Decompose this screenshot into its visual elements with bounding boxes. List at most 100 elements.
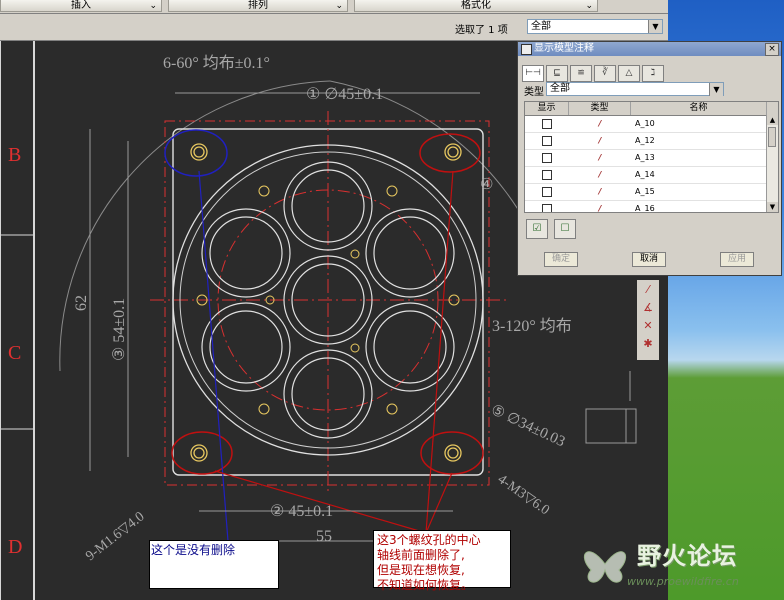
- row-name: A_12: [635, 136, 655, 145]
- scroll-thumb[interactable]: [768, 127, 776, 147]
- forum-watermark: 野火论坛 www.proewildfire.cn: [575, 532, 780, 598]
- column-header-type[interactable]: 类型: [569, 102, 631, 115]
- butterfly-logo-icon: [583, 551, 627, 583]
- dim-45-bottom: ② 45±0.1: [270, 503, 333, 520]
- note-line: 轴线前面删除了,: [377, 548, 465, 562]
- dim-thread-m3: 4-M3▽6.0: [495, 472, 552, 518]
- dim-dia-34: ⑤ ∅34±0.03: [488, 402, 567, 450]
- scroll-down-icon[interactable]: ▼: [767, 202, 778, 212]
- deselect-all-icon: ☐: [560, 223, 570, 234]
- dim-dia-45: ① ∅45±0.1: [306, 86, 383, 103]
- cancel-button[interactable]: 取消: [632, 252, 666, 267]
- axis-type-icon: /: [598, 204, 602, 213]
- type-value: 全部: [550, 83, 570, 94]
- selection-filter-value: 全部: [531, 21, 551, 32]
- ok-button[interactable]: 确定: [544, 252, 578, 267]
- chevron-down-icon: ▼: [648, 20, 662, 33]
- column-header-show[interactable]: 显示: [525, 102, 569, 115]
- scroll-up-icon[interactable]: ▲: [767, 115, 778, 125]
- column-header-name[interactable]: 名称: [631, 102, 767, 115]
- note-not-deleted: 这个是没有删除: [149, 540, 279, 589]
- row-name: A_13: [635, 153, 655, 162]
- corner-threaded-holes: [190, 143, 462, 462]
- menu-insert[interactable]: 插入 ⌄: [0, 0, 162, 12]
- dialog-app-icon: [521, 44, 532, 55]
- selection-status: 选取了 1 项: [455, 25, 508, 36]
- table-scrollbar[interactable]: ▲ ▼: [766, 115, 778, 212]
- watermark-url: www.proewildfire.cn: [627, 575, 739, 588]
- show-checkbox[interactable]: [542, 118, 552, 129]
- menu-arrange[interactable]: 排列 ⌄: [168, 0, 348, 12]
- annotation-type-tabs: ⊢⊣ ⊑ ≌ ∛ △ ℷ: [522, 60, 666, 82]
- annotation-tool-icon[interactable]: ✱: [639, 336, 657, 352]
- show-checkbox[interactable]: [542, 186, 552, 197]
- annotation-toolbar: ⁄ ∡ ✕ ✱: [637, 280, 659, 360]
- close-button[interactable]: ×: [765, 43, 779, 56]
- table-row[interactable]: / A_12: [525, 133, 778, 150]
- show-checkbox[interactable]: [542, 135, 552, 146]
- row-name: A_15: [635, 187, 655, 196]
- watermark-title: 野火论坛: [637, 542, 737, 570]
- show-checkbox[interactable]: [542, 169, 552, 180]
- deselect-all-button[interactable]: ☐: [554, 219, 576, 239]
- dim-62: 62: [73, 295, 90, 311]
- chevron-down-icon: ⌄: [335, 1, 343, 11]
- show-annotations-dialog: 显示模型注释 × ⊢⊣ ⊑ ≌ ∛ △ ℷ 类型 全部 ▼ 显示 类型 名称 / A_10 …: [517, 41, 782, 276]
- annotation-tool-icon[interactable]: ⁄: [639, 282, 657, 298]
- note-deleted-axes: 这3个螺纹孔的中心 轴线前面删除了, 但是现在想恢复, 不知道如何恢复。: [373, 530, 511, 592]
- tab-datums[interactable]: ℷ: [642, 65, 664, 82]
- axis-type-icon: /: [598, 153, 602, 162]
- row-name: A_14: [635, 170, 655, 179]
- tab-notes[interactable]: ≌: [570, 65, 592, 82]
- show-checkbox[interactable]: [542, 152, 552, 163]
- dialog-title: 显示模型注释: [534, 43, 594, 54]
- select-all-icon: ☑: [532, 223, 542, 234]
- axis-type-icon: /: [598, 187, 602, 196]
- apply-button[interactable]: 应用: [720, 252, 754, 267]
- selection-filter-dropdown[interactable]: 全部 ▼: [527, 19, 663, 34]
- table-row[interactable]: / A_13: [525, 150, 778, 167]
- menu-insert-label: 插入: [71, 0, 91, 11]
- balloon-4: ④: [480, 177, 493, 193]
- menu-format-label: 格式化: [461, 0, 491, 11]
- highlight-ellipse-blue: [164, 129, 228, 177]
- select-all-button[interactable]: ☑: [526, 219, 548, 239]
- tab-symbols[interactable]: △: [618, 65, 640, 82]
- axis-type-icon: /: [598, 170, 602, 179]
- annotation-tool-icon[interactable]: ∡: [639, 300, 657, 316]
- type-label: 类型: [524, 87, 544, 98]
- note-line: 但是现在想恢复,: [377, 563, 465, 577]
- dim-thread-m16: 9-M1.6▽4.0: [83, 509, 147, 564]
- angle-arc: [329, 80, 541, 252]
- table-row[interactable]: / A_16: [525, 201, 778, 213]
- menu-format[interactable]: 格式化 ⌄: [354, 0, 598, 12]
- leader-red: [214, 470, 427, 534]
- top-menu-bar: 插入 ⌄ 排列 ⌄ 格式化 ⌄: [0, 0, 668, 14]
- datum-box: [585, 408, 637, 444]
- axis-type-icon: /: [598, 136, 602, 145]
- note-line: 不知道如何恢复。: [377, 578, 474, 592]
- row-label-c: C: [8, 342, 21, 364]
- table-row[interactable]: / A_14: [525, 167, 778, 184]
- row-label-d: D: [8, 536, 22, 558]
- row-name: A_10: [635, 119, 655, 128]
- dim-pattern-120: 3-120° 均布: [492, 317, 572, 335]
- dim-pattern-60: 6-60° 均布±0.1°: [163, 54, 270, 72]
- dim-54: ③ 54±0.1: [111, 298, 128, 361]
- table-header: 显示 类型 名称: [525, 102, 778, 116]
- type-dropdown[interactable]: 全部 ▼: [546, 82, 724, 96]
- chevron-down-icon: ⌄: [585, 1, 593, 11]
- chevron-down-icon: ▼: [709, 83, 723, 96]
- table-row[interactable]: / A_15: [525, 184, 778, 201]
- tab-tolerances[interactable]: ⊑: [546, 65, 568, 82]
- dialog-titlebar[interactable]: 显示模型注释 ×: [518, 42, 781, 56]
- axis-type-icon: /: [598, 119, 602, 128]
- tab-surface-finish[interactable]: ∛: [594, 65, 616, 82]
- chevron-down-icon: ⌄: [149, 1, 157, 11]
- table-row[interactable]: / A_10: [525, 116, 778, 133]
- show-checkbox[interactable]: [542, 203, 552, 212]
- row-name: A_16: [635, 204, 655, 213]
- annotation-tool-icon[interactable]: ✕: [639, 318, 657, 334]
- note-line: 这3个螺纹孔的中心: [377, 533, 481, 547]
- tab-dimensions[interactable]: ⊢⊣: [522, 65, 544, 82]
